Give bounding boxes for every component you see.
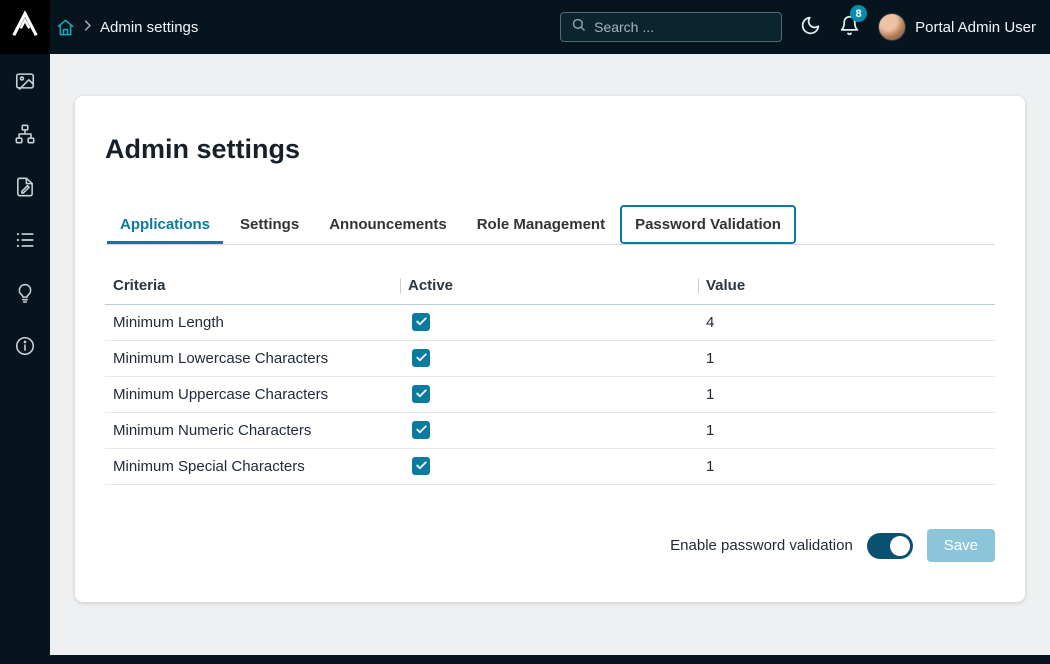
- bottom-bar: [0, 655, 1050, 664]
- tab-settings[interactable]: Settings: [225, 205, 314, 244]
- breadcrumb: Admin settings: [56, 18, 198, 37]
- search-box[interactable]: [560, 12, 782, 42]
- value-cell: 1: [698, 422, 995, 439]
- breadcrumb-current[interactable]: Admin settings: [100, 19, 198, 36]
- dark-mode-button[interactable]: [800, 15, 821, 39]
- lightbulb-icon: [14, 282, 36, 307]
- active-cell: [400, 421, 698, 441]
- column-header-criteria: Criteria: [105, 267, 400, 304]
- sidebar-item-info[interactable]: [13, 335, 37, 359]
- criteria-cell: Minimum Uppercase Characters: [105, 386, 400, 403]
- criteria-cell: Minimum Special Characters: [105, 458, 400, 475]
- tab-announcements[interactable]: Announcements: [314, 205, 462, 244]
- tab-password-validation[interactable]: Password Validation: [620, 205, 796, 244]
- card-footer: Enable password validation Save: [105, 529, 995, 562]
- active-cell: [400, 385, 698, 405]
- search-input[interactable]: [594, 19, 771, 35]
- save-button[interactable]: Save: [927, 529, 995, 562]
- tab-applications[interactable]: Applications: [105, 205, 225, 244]
- tab-role-management[interactable]: Role Management: [462, 205, 620, 244]
- table-row: Minimum Special Characters 1: [105, 449, 995, 485]
- active-checkbox[interactable]: [412, 349, 430, 367]
- column-header-value: Value: [698, 267, 995, 304]
- active-checkbox[interactable]: [412, 457, 430, 475]
- active-checkbox[interactable]: [412, 421, 430, 439]
- table-row: Minimum Length 4: [105, 305, 995, 341]
- info-icon: [14, 335, 36, 360]
- app-root: Admin settings 8 Por: [0, 0, 1050, 664]
- hierarchy-icon: [14, 123, 36, 148]
- sidebar-item-tips[interactable]: [13, 282, 37, 306]
- page-title: Admin settings: [105, 134, 995, 165]
- table-row: Minimum Uppercase Characters 1: [105, 377, 995, 413]
- value-cell: 1: [698, 458, 995, 475]
- table-header: Criteria Active Value: [105, 267, 995, 305]
- sidebar-item-hierarchy[interactable]: [13, 123, 37, 147]
- sidebar: [0, 0, 50, 664]
- sidebar-item-media[interactable]: [13, 70, 37, 94]
- app-logo[interactable]: [0, 0, 50, 54]
- user-menu[interactable]: Portal Admin User: [878, 13, 1036, 41]
- active-cell: [400, 457, 698, 477]
- table-row: Minimum Numeric Characters 1: [105, 413, 995, 449]
- enable-validation-label: Enable password validation: [670, 537, 853, 554]
- toggle-knob: [890, 536, 910, 556]
- password-criteria-table: Criteria Active Value Minimum Length 4 M…: [105, 267, 995, 485]
- active-checkbox[interactable]: [412, 385, 430, 403]
- table-row: Minimum Lowercase Characters 1: [105, 341, 995, 377]
- topbar-actions: 8 Portal Admin User: [560, 12, 1036, 42]
- value-cell: 1: [698, 350, 995, 367]
- sidebar-item-list[interactable]: [13, 229, 37, 253]
- moon-icon: [800, 15, 821, 39]
- app-logo-icon: [10, 10, 40, 45]
- criteria-cell: Minimum Lowercase Characters: [105, 350, 400, 367]
- active-checkbox[interactable]: [412, 313, 430, 331]
- active-cell: [400, 313, 698, 333]
- column-header-active: Active: [400, 267, 698, 304]
- sidebar-nav: [13, 54, 37, 359]
- topbar: Admin settings 8 Por: [50, 0, 1050, 54]
- enable-validation-toggle[interactable]: [867, 533, 913, 559]
- breadcrumb-chevron-icon: [80, 18, 95, 37]
- notifications-button[interactable]: 8: [839, 15, 860, 39]
- avatar: [878, 13, 906, 41]
- home-icon[interactable]: [56, 18, 75, 37]
- main-content: Admin settings Applications Settings Ann…: [50, 54, 1050, 664]
- criteria-cell: Minimum Length: [105, 314, 400, 331]
- tab-bar: Applications Settings Announcements Role…: [105, 205, 995, 245]
- active-cell: [400, 349, 698, 369]
- value-cell: 4: [698, 314, 995, 331]
- notification-badge: 8: [850, 5, 867, 22]
- document-edit-icon: [14, 176, 36, 201]
- user-name: Portal Admin User: [915, 19, 1036, 36]
- criteria-cell: Minimum Numeric Characters: [105, 422, 400, 439]
- list-icon: [14, 229, 36, 254]
- value-cell: 1: [698, 386, 995, 403]
- sidebar-item-document-edit[interactable]: [13, 176, 37, 200]
- image-icon: [14, 70, 36, 95]
- admin-settings-card: Admin settings Applications Settings Ann…: [75, 96, 1025, 602]
- search-icon: [571, 17, 586, 37]
